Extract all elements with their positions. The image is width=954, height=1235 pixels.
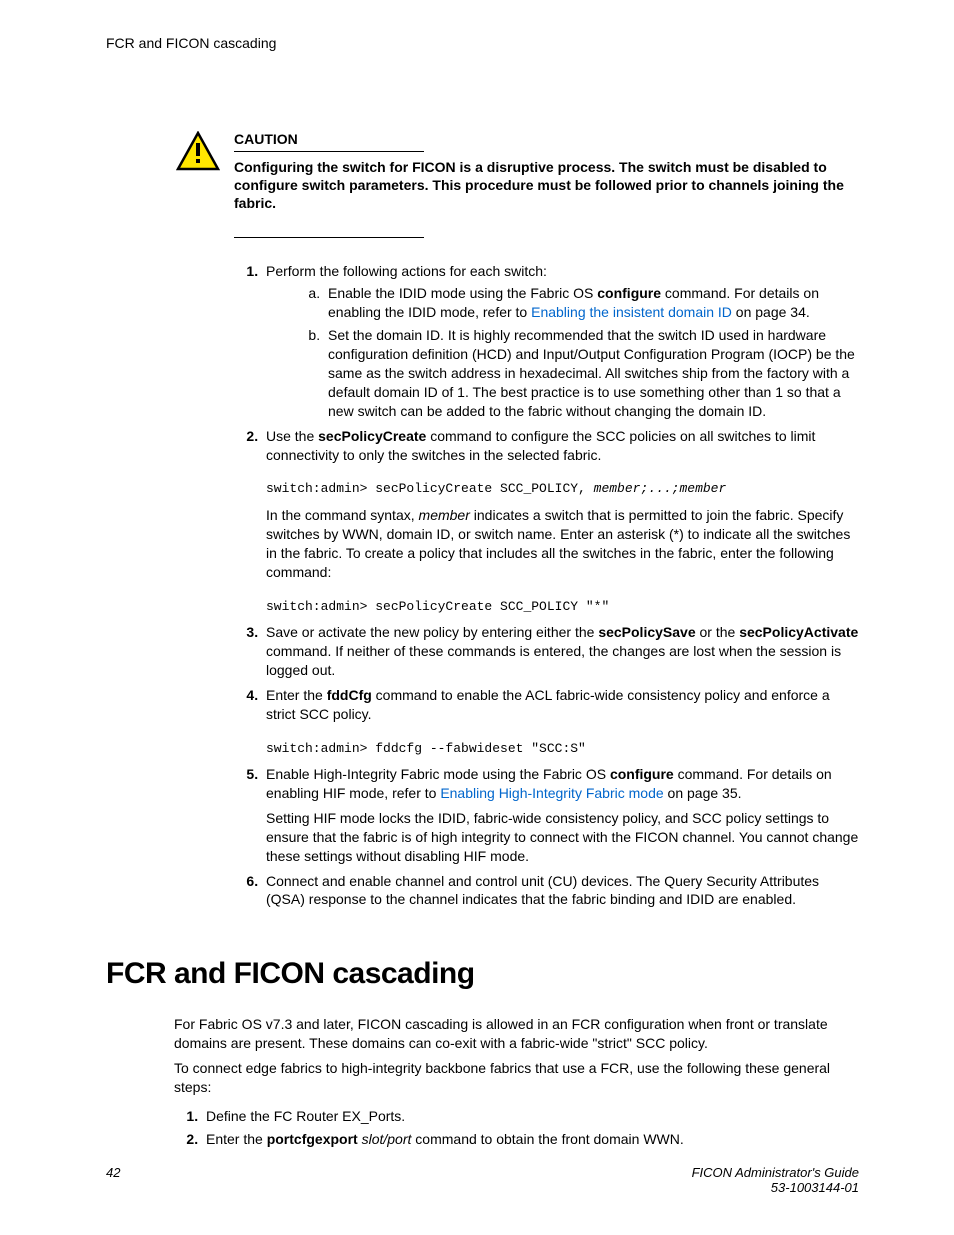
procedure-list: Perform the following actions for each s…	[234, 262, 859, 910]
caution-label: CAUTION	[234, 131, 859, 147]
step-1: Perform the following actions for each s…	[262, 262, 859, 421]
step-5: Enable High-Integrity Fabric mode using …	[262, 765, 859, 865]
code-fddcfg: switch:admin> fddcfg --fabwideset "SCC:S…	[266, 740, 859, 758]
running-header: FCR and FICON cascading	[106, 35, 859, 51]
step-1a: Enable the IDID mode using the Fabric OS…	[324, 284, 859, 322]
section-heading: FCR and FICON cascading	[106, 957, 859, 991]
page-number: 42	[106, 1165, 120, 1195]
page-footer: 42 FICON Administrator's Guide 53-100314…	[106, 1165, 859, 1195]
link-hif[interactable]: Enabling High-Integrity Fabric mode	[440, 785, 663, 801]
link-idid[interactable]: Enabling the insistent domain ID	[531, 304, 732, 320]
section2-p2: To connect edge fabrics to high-integrit…	[174, 1059, 859, 1097]
caution-text: Configuring the switch for FICON is a di…	[234, 158, 859, 213]
step-6: Connect and enable channel and control u…	[262, 872, 859, 910]
step-3: Save or activate the new policy by enter…	[262, 623, 859, 680]
step-2: Use the secPolicyCreate command to confi…	[262, 427, 859, 615]
code-secpolicycreate-2: switch:admin> secPolicyCreate SCC_POLICY…	[266, 598, 859, 616]
s2-step-1: Define the FC Router EX_Ports.	[202, 1107, 859, 1126]
step-1b: Set the domain ID. It is highly recommen…	[324, 326, 859, 420]
step-4: Enter the fddCfg command to enable the A…	[262, 686, 859, 757]
caution-icon	[176, 131, 220, 171]
footer-title: FICON Administrator's Guide	[692, 1165, 859, 1180]
section2-steps: Define the FC Router EX_Ports. Enter the…	[174, 1107, 859, 1149]
section2-p1: For Fabric OS v7.3 and later, FICON casc…	[174, 1015, 859, 1053]
footer-docnum: 53-1003144-01	[692, 1180, 859, 1195]
code-secpolicycreate-1: switch:admin> secPolicyCreate SCC_POLICY…	[266, 480, 859, 498]
s2-step-2: Enter the portcfgexport slot/port comman…	[202, 1130, 859, 1149]
caution-block: CAUTION Configuring the switch for FICON…	[176, 131, 859, 213]
